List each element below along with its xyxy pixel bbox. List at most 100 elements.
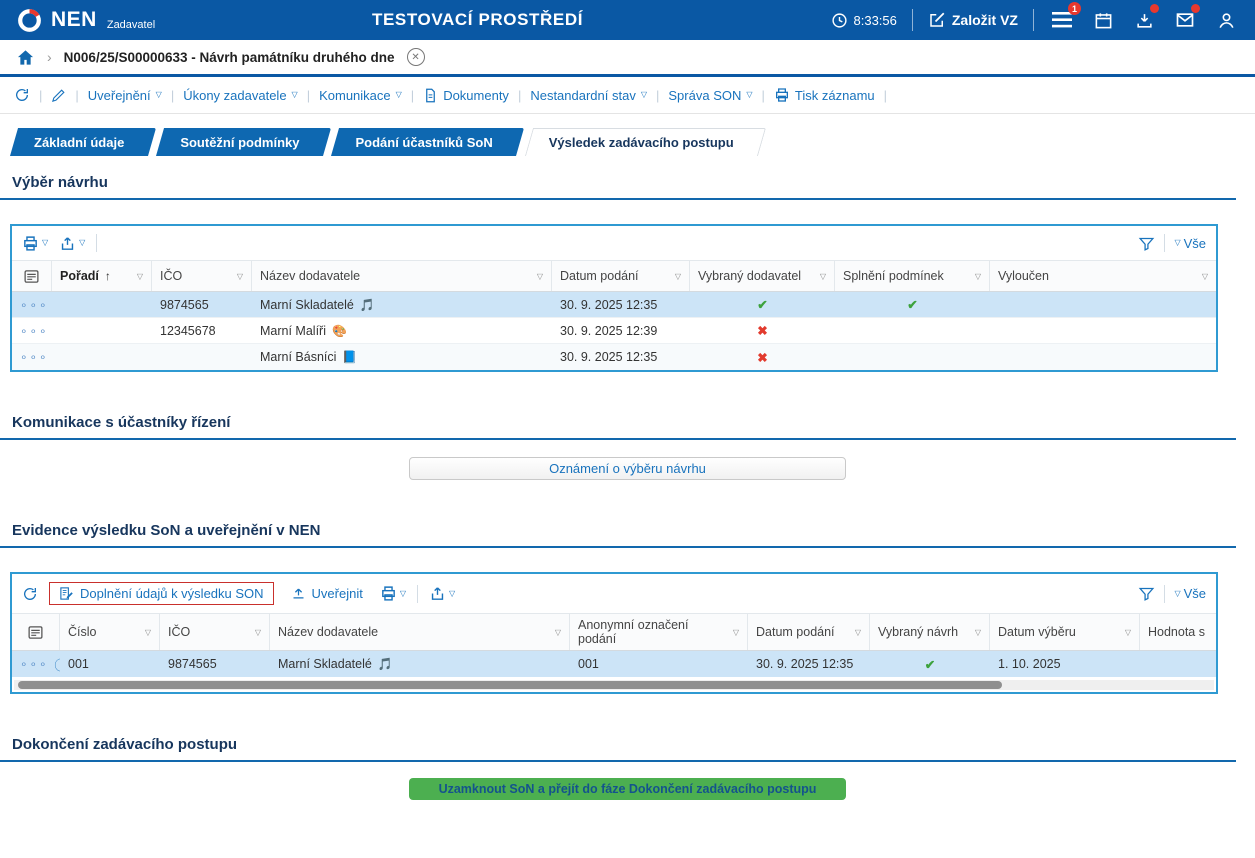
column-header-splneni-podminek[interactable]: Splnění podmínek ▽ — [835, 261, 990, 291]
chevron-down-icon: ▽ — [641, 91, 647, 99]
publish-icon — [291, 586, 306, 601]
column-header-datum-podani[interactable]: Datum podání ▽ — [552, 261, 690, 291]
nen-home-link[interactable]: NEN Zadavatel — [16, 7, 155, 34]
section-title: Výběr návrhu — [12, 174, 1255, 191]
menu-komunikace[interactable]: Komunikace ▽ — [319, 88, 402, 103]
calendar-button[interactable] — [1090, 7, 1116, 33]
column-label: Vybraný návrh — [878, 625, 958, 639]
menu-label: Dokumenty — [443, 88, 509, 103]
tab-podani-ucastniku-son[interactable]: Podání účastníků SoN — [331, 128, 516, 156]
cell-nazev: Marní Malíři 🎨 — [252, 318, 552, 343]
edit-button[interactable] — [51, 88, 66, 103]
toolbar-separator: | — [307, 88, 310, 103]
cell-poradi — [52, 292, 152, 317]
menu-dokumenty[interactable]: Dokumenty — [423, 88, 509, 103]
table-row[interactable]: ∘∘∘ 12345678 Marní Malíři 🎨 30. 9. 2025 … — [12, 318, 1216, 344]
column-header-ico[interactable]: IČO ▽ — [152, 261, 252, 291]
tab-label: Podání účastníků SoN — [355, 135, 492, 150]
column-header-hodnota[interactable]: Hodnota s — [1140, 614, 1216, 650]
column-label: IČO — [160, 269, 182, 283]
evidence-table-toolbar: Doplnění údajů k výsledku SON Uveřejnit — [12, 574, 1216, 613]
column-menu-icon: ▽ — [733, 628, 739, 637]
oznameni-o-vyberu-navrhu-button[interactable]: Oznámení o výběru návrhu — [409, 457, 846, 480]
downloads-button[interactable] — [1131, 7, 1157, 33]
column-header-vyloucen[interactable]: Vyloučen ▽ — [990, 261, 1216, 291]
cell-nazev: Marní Skladatelé 🎵 — [252, 292, 552, 317]
column-header-poradi[interactable]: Pořadí ↑ ▽ — [52, 261, 152, 291]
column-header-datum-podani[interactable]: Datum podání ▽ — [748, 614, 870, 650]
filter-button[interactable] — [1138, 235, 1155, 252]
funnel-icon — [1138, 585, 1155, 602]
chevron-down-icon: ▽ — [1174, 590, 1180, 598]
column-header-nazev-dodavatele[interactable]: Název dodavatele ▽ — [252, 261, 552, 291]
column-header-nazev-dodavatele[interactable]: Název dodavatele ▽ — [270, 614, 570, 650]
table-row[interactable]: ∘∘∘ ⓘ 001 9874565 Marní Skladatelé 🎵 001… — [12, 651, 1216, 677]
book-icon: 📘 — [342, 350, 357, 364]
form-edit-icon — [59, 586, 74, 601]
check-icon: ✔ — [925, 657, 935, 672]
uzamknout-son-button[interactable]: Uzamknout SoN a přejít do fáze Dokončení… — [409, 778, 846, 800]
filter-button[interactable] — [1138, 585, 1155, 602]
menu-label: Tisk záznamu — [795, 88, 875, 103]
view-selector-label: Vše — [1184, 236, 1206, 251]
nen-application: NEN Zadavatel TESTOVACÍ PROSTŘEDÍ 8:33:5… — [0, 0, 1255, 858]
column-header-datum-vyberu[interactable]: Datum výběru ▽ — [990, 614, 1140, 650]
tab-label: Výsledek zadávacího postupu — [549, 135, 734, 150]
home-icon[interactable] — [16, 48, 35, 67]
tab-zakladni-udaje[interactable]: Základní údaje — [10, 128, 148, 156]
row-menu-button[interactable]: ∘∘∘ — [20, 298, 49, 312]
column-header-cislo[interactable]: Číslo ▽ — [60, 614, 160, 650]
table-print-button[interactable]: ▽ — [22, 235, 48, 252]
brand-role-label: Zadavatel — [107, 19, 155, 31]
row-menu-button[interactable]: ∘∘∘ — [20, 324, 49, 338]
horizontal-scrollbar[interactable] — [14, 680, 1214, 690]
column-chooser-button[interactable] — [12, 261, 52, 291]
table-export-button[interactable]: ▽ — [429, 585, 455, 602]
edit-square-icon — [928, 11, 946, 29]
view-selector[interactable]: ▽ Vše — [1174, 236, 1206, 251]
profile-button[interactable] — [1213, 7, 1239, 33]
column-header-ico[interactable]: IČO ▽ — [160, 614, 270, 650]
row-menu-button[interactable]: ∘∘∘ — [20, 350, 49, 364]
download-icon — [1135, 11, 1154, 30]
cell-vyloucen — [990, 318, 1216, 343]
scrollbar-thumb[interactable] — [18, 681, 1002, 689]
table-export-button[interactable]: ▽ — [59, 235, 85, 252]
menu-uverejneni[interactable]: Uveřejnění ▽ — [88, 88, 162, 103]
column-header-vybrany-dodavatel[interactable]: Vybraný dodavatel ▽ — [690, 261, 835, 291]
column-header-vybrany-navrh[interactable]: Vybraný návrh ▽ — [870, 614, 990, 650]
column-label: Vyloučen — [998, 269, 1049, 283]
column-header-anonymni-oznaceni[interactable]: Anonymní označení podání ▽ — [570, 614, 748, 650]
tab-vysledek-zadavaciho-postupu[interactable]: Výsledek zadávacího postupu — [525, 128, 758, 156]
table-row[interactable]: ∘∘∘ Marní Básníci 📘 30. 9. 2025 12:35 ✖ — [12, 344, 1216, 370]
main-menu-button[interactable]: 1 — [1049, 7, 1075, 33]
section-divider — [0, 198, 1236, 200]
cell-datum-vyberu: 1. 10. 2025 — [990, 651, 1140, 677]
column-menu-icon: ▽ — [255, 628, 261, 637]
header-separator — [912, 9, 913, 31]
doplneni-udaju-button[interactable]: Doplnění údajů k výsledku SON — [49, 582, 274, 605]
column-label: Hodnota s — [1148, 625, 1205, 639]
column-chooser-button[interactable] — [12, 614, 60, 650]
refresh-button[interactable] — [14, 87, 30, 103]
table-row[interactable]: ∘∘∘ 9874565 Marní Skladatelé 🎵 30. 9. 20… — [12, 292, 1216, 318]
table-refresh-button[interactable] — [22, 586, 38, 602]
table-print-button[interactable]: ▽ — [380, 585, 406, 602]
view-selector[interactable]: ▽ Vše — [1174, 586, 1206, 601]
uverejnit-button[interactable]: Uveřejnit — [285, 583, 369, 604]
menu-sprava-son[interactable]: Správa SON ▽ — [668, 88, 752, 103]
menu-nestandardni-stav[interactable]: Nestandardní stav ▽ — [530, 88, 647, 103]
export-icon — [59, 235, 76, 252]
tab-soutezni-podminky[interactable]: Soutěžní podmínky — [156, 128, 323, 156]
column-label: Číslo — [68, 625, 96, 639]
column-menu-icon: ▽ — [137, 272, 143, 281]
selection-table: Pořadí ↑ ▽ IČO ▽ Název dodavatele ▽ Datu… — [12, 260, 1216, 370]
close-record-button[interactable]: ✕ — [407, 48, 425, 66]
chevron-down-icon: ▽ — [746, 91, 752, 99]
print-record-button[interactable]: Tisk záznamu — [774, 87, 875, 103]
menu-ukony-zadavatele[interactable]: Úkony zadavatele ▽ — [183, 88, 298, 103]
close-icon: ✕ — [411, 52, 419, 63]
row-menu-button[interactable]: ∘∘∘ — [20, 657, 49, 671]
create-vz-button[interactable]: Založit VZ — [928, 11, 1018, 29]
messages-button[interactable] — [1172, 7, 1198, 33]
